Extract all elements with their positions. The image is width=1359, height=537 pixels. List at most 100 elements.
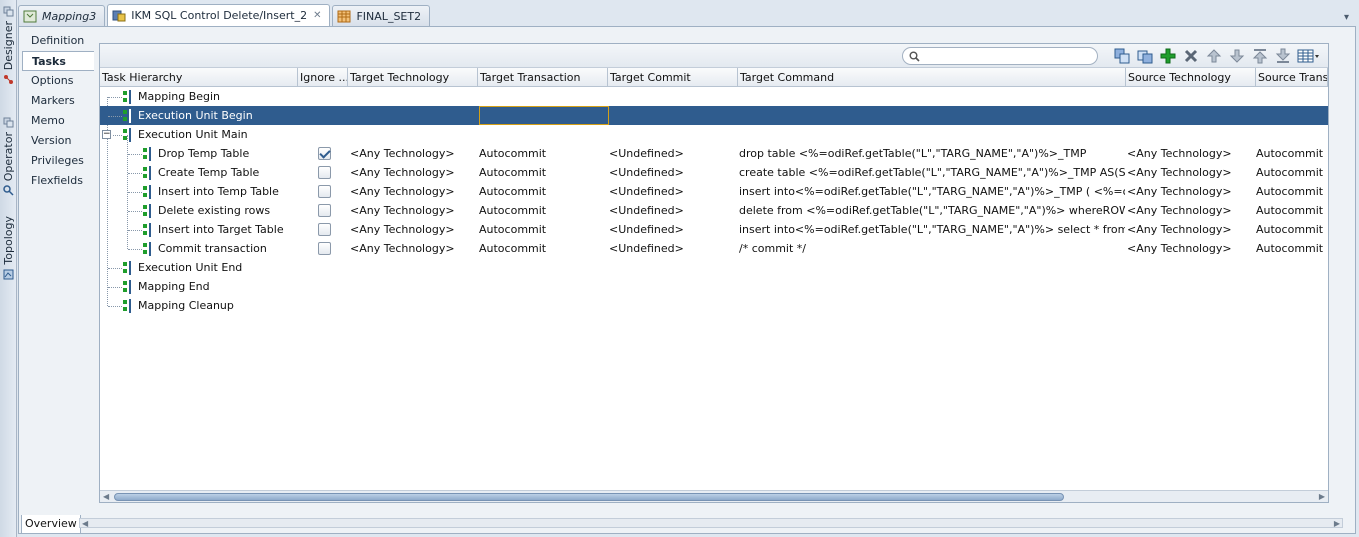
tab-mapping3[interactable]: Mapping3 bbox=[18, 5, 106, 26]
source-transaction-cell: Autocommit bbox=[1256, 223, 1324, 236]
rail-label-topology: Topology bbox=[2, 216, 15, 265]
ignore-errors-checkbox[interactable] bbox=[318, 166, 331, 179]
close-icon[interactable]: ✕ bbox=[313, 10, 321, 21]
move-up-button[interactable] bbox=[1202, 47, 1225, 65]
task-name: Execution Unit Main bbox=[138, 128, 248, 141]
column-header-target-command[interactable]: Target Command bbox=[738, 68, 1126, 86]
table-row[interactable]: − Execution Unit Main bbox=[100, 125, 1328, 144]
rail-label-operator: Operator bbox=[2, 132, 15, 182]
task-name: Mapping End bbox=[138, 280, 210, 293]
sidenav-privileges[interactable]: Privileges bbox=[22, 151, 92, 171]
table-row[interactable]: Create Temp Table <Any Technology> Autoc… bbox=[100, 163, 1328, 182]
table-row[interactable]: Delete existing rows <Any Technology> Au… bbox=[100, 201, 1328, 220]
table-row[interactable]: Drop Temp Table <Any Technology> Autocom… bbox=[100, 144, 1328, 163]
target-command-cell: /* commit */ bbox=[739, 242, 806, 255]
source-technology-cell: <Any Technology> bbox=[1127, 166, 1232, 179]
search-monitor-icon bbox=[3, 185, 14, 196]
column-header-source-transaction[interactable]: Source Trans bbox=[1256, 68, 1328, 86]
move-top-button[interactable] bbox=[1248, 47, 1271, 65]
move-bottom-button[interactable] bbox=[1271, 47, 1294, 65]
task-icon bbox=[123, 280, 131, 294]
sidenav-memo[interactable]: Memo bbox=[22, 111, 92, 131]
copy-button[interactable] bbox=[1110, 47, 1133, 65]
sidenav-version[interactable]: Version bbox=[22, 131, 92, 151]
target-technology-cell: <Any Technology> bbox=[350, 204, 455, 217]
tab-final-set2[interactable]: FINAL_SET2 bbox=[332, 5, 431, 26]
column-header-task-hierarchy[interactable]: Task Hierarchy bbox=[100, 68, 298, 86]
ignore-errors-checkbox[interactable] bbox=[318, 204, 331, 217]
rail-tab-operator[interactable]: Operator bbox=[0, 115, 17, 198]
rail-tab-topology[interactable]: Topology bbox=[0, 214, 17, 282]
target-command-cell: create table <%=odiRef.getTable("L","TAR… bbox=[739, 166, 1125, 179]
sidenav-flexfields[interactable]: Flexfields bbox=[22, 171, 92, 191]
delete-button[interactable] bbox=[1179, 47, 1202, 65]
paste-icon bbox=[1137, 50, 1152, 64]
move-top-icon bbox=[1252, 49, 1267, 64]
column-header-target-technology[interactable]: Target Technology bbox=[348, 68, 478, 86]
move-down-icon bbox=[1229, 49, 1244, 63]
source-technology-cell: <Any Technology> bbox=[1127, 242, 1232, 255]
scroll-right-icon[interactable]: ▶ bbox=[1334, 519, 1340, 528]
target-commit-cell: <Undefined> bbox=[609, 242, 684, 255]
task-name: Execution Unit End bbox=[138, 261, 243, 274]
task-name: Mapping Cleanup bbox=[138, 299, 234, 312]
table-row[interactable]: Execution Unit Begin bbox=[100, 106, 1328, 125]
sidenav-options[interactable]: Options bbox=[22, 71, 92, 91]
task-name: Mapping Begin bbox=[138, 90, 221, 103]
table-row[interactable]: Mapping End bbox=[100, 277, 1328, 296]
table-row[interactable]: Mapping Cleanup bbox=[100, 296, 1328, 315]
bottom-scrollbar[interactable]: ◀ ▶ bbox=[79, 518, 1343, 528]
rail-tab-designer[interactable]: Designer bbox=[0, 4, 17, 87]
table-row[interactable]: Execution Unit End bbox=[100, 258, 1328, 277]
sidenav-markers[interactable]: Markers bbox=[22, 91, 92, 111]
column-header-ignore[interactable]: Ignore ... bbox=[298, 68, 348, 86]
task-tree: Mapping Begin Execution Unit Begin − Exe… bbox=[100, 87, 1328, 315]
source-transaction-cell: Autocommit bbox=[1256, 185, 1324, 198]
target-commit-cell: <Undefined> bbox=[609, 204, 684, 217]
search-input[interactable] bbox=[925, 49, 1090, 63]
move-down-button[interactable] bbox=[1225, 47, 1248, 65]
tab-overview[interactable]: Overview bbox=[21, 515, 81, 534]
scroll-left-icon[interactable]: ◀ bbox=[103, 491, 109, 503]
ignore-errors-checkbox[interactable] bbox=[318, 223, 331, 236]
mapping-file-icon bbox=[23, 10, 37, 22]
table-row[interactable]: Insert into Target Table <Any Technology… bbox=[100, 220, 1328, 239]
task-name: Create Temp Table bbox=[158, 166, 260, 179]
scroll-left-icon[interactable]: ◀ bbox=[82, 519, 88, 528]
tab-list-menu-icon[interactable]: ▾ bbox=[1344, 12, 1349, 23]
task-name: Insert into Temp Table bbox=[158, 185, 279, 198]
tab-ikm-sql-control[interactable]: IKM SQL Control Delete/Insert_2 ✕ bbox=[107, 4, 331, 26]
add-icon bbox=[1160, 48, 1175, 64]
collapse-icon[interactable]: − bbox=[102, 130, 111, 139]
target-transaction-cell: Autocommit bbox=[479, 242, 547, 255]
sidenav-tasks[interactable]: Tasks bbox=[22, 51, 94, 71]
editor-panel: Definition Tasks Options Markers Memo Ve… bbox=[18, 26, 1356, 534]
task-icon bbox=[123, 109, 131, 123]
columns-button[interactable] bbox=[1294, 47, 1324, 65]
target-technology-cell: <Any Technology> bbox=[350, 166, 455, 179]
paste-button[interactable] bbox=[1133, 47, 1156, 65]
left-rail: Designer Operator Topology bbox=[0, 0, 17, 537]
move-bottom-icon bbox=[1275, 48, 1290, 63]
target-transaction-cell: Autocommit bbox=[479, 185, 547, 198]
table-row[interactable]: Mapping Begin bbox=[100, 87, 1328, 106]
target-transaction-editor[interactable] bbox=[479, 106, 609, 125]
column-header-target-transaction[interactable]: Target Transaction bbox=[478, 68, 608, 86]
topology-icon bbox=[3, 269, 14, 280]
target-commit-cell: <Undefined> bbox=[609, 223, 684, 236]
column-header-source-technology[interactable]: Source Technology bbox=[1126, 68, 1256, 86]
table-row[interactable]: Commit transaction <Any Technology> Auto… bbox=[100, 239, 1328, 258]
ignore-errors-checkbox[interactable] bbox=[318, 147, 331, 160]
ignore-errors-checkbox[interactable] bbox=[318, 185, 331, 198]
scrollbar-thumb[interactable] bbox=[114, 493, 1064, 501]
column-header-target-commit[interactable]: Target Commit bbox=[608, 68, 738, 86]
sidenav-definition[interactable]: Definition bbox=[22, 31, 92, 51]
scroll-right-icon[interactable]: ▶ bbox=[1319, 491, 1325, 503]
ignore-errors-checkbox[interactable] bbox=[318, 242, 331, 255]
add-button[interactable] bbox=[1156, 47, 1179, 65]
horizontal-scrollbar[interactable]: ◀ ▶ bbox=[100, 490, 1328, 502]
task-icon bbox=[123, 128, 131, 142]
task-icon bbox=[123, 90, 131, 104]
table-row[interactable]: Insert into Temp Table <Any Technology> … bbox=[100, 182, 1328, 201]
search-box[interactable] bbox=[902, 47, 1098, 65]
